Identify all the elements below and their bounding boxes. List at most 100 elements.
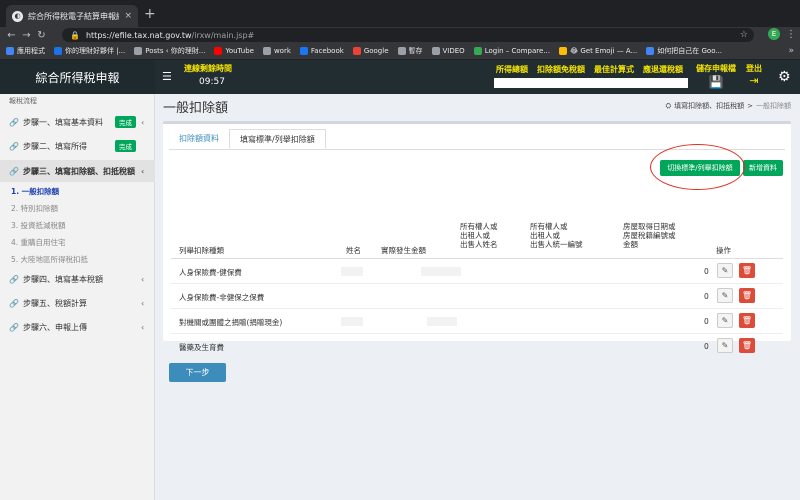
menu-toggle-icon[interactable]: ☰ <box>162 70 172 83</box>
bookmark-favicon-icon <box>558 47 567 55</box>
edit-icon[interactable]: ✎ <box>717 263 733 278</box>
app-brand[interactable]: 綜合所得稅申報 <box>0 60 155 94</box>
browser-menu-icon[interactable]: ⋮ <box>786 29 796 40</box>
breadcrumb: ⛭ 填寫扣除額、扣抵稅額 > 一般扣除額 <box>666 101 791 111</box>
browser-tab[interactable]: ◐ 綜合所得稅電子結算申報繳稅系 × <box>6 5 138 27</box>
save-file-label: 儲存申報檔 <box>696 64 736 73</box>
col-name: 姓名 <box>346 246 361 255</box>
bookmark-favicon-icon <box>431 47 440 55</box>
row-amount: 0 <box>704 292 709 301</box>
header-link-refund[interactable]: 應退還稅額 <box>643 64 683 75</box>
bookmark-item[interactable]: YouTube <box>214 47 254 55</box>
chevron-left-icon: ‹ <box>141 166 145 176</box>
forward-icon[interactable]: → <box>19 30 34 41</box>
row-amount: 0 <box>704 342 709 351</box>
sidebar-step-4[interactable]: 🔗 步驟四、填寫基本稅額 ‹ <box>0 268 155 290</box>
new-tab-button[interactable]: + <box>144 7 156 21</box>
bookmark-item[interactable]: 如何把自己在 Goo... <box>646 46 722 56</box>
trash-icon[interactable]: 🗑 <box>739 263 755 278</box>
address-toolbar: ← → ↻ 🔒 https://efile.tax.nat.gov.tw/irx… <box>0 27 800 43</box>
browser-tab-strip: ◐ 綜合所得稅電子結算申報繳稅系 × + <box>0 0 800 27</box>
bookmark-favicon-icon <box>299 47 308 55</box>
substep-special-deduction[interactable]: 2. 特別扣除額 <box>11 203 58 214</box>
url-text: https://efile.tax.nat.gov.tw/irxw/main.j… <box>85 30 255 40</box>
logout-button[interactable]: 登出 ⇥ <box>746 63 762 87</box>
tab-close-icon[interactable]: × <box>124 11 132 21</box>
header-link-total-income[interactable]: 所得總額 <box>496 64 528 75</box>
col-owner-name: 所有權人或 出租人或 出售人姓名 <box>460 222 498 249</box>
main-content: 一般扣除額 ⛭ 填寫扣除額、扣抵稅額 > 一般扣除額 扣除額資料 填寫標準/列舉… <box>155 94 800 500</box>
trash-icon[interactable]: 🗑 <box>739 313 755 328</box>
row-type: 醫藥及生育費 <box>179 343 224 352</box>
col-house-info: 房屋取得日期或 房屋稅籍編號或 金額 <box>623 222 676 249</box>
bookmark-item[interactable]: VIDEO <box>431 47 465 55</box>
bookmarks-overflow-icon[interactable]: » <box>788 46 794 56</box>
table-row: 對機關或團體之捐贈(捐贈現金) 0 ✎ 🗑 <box>171 309 783 334</box>
bookmark-item[interactable]: work <box>262 47 291 55</box>
bookmark-favicon-icon <box>397 47 406 55</box>
reload-icon[interactable]: ↻ <box>34 30 49 41</box>
bookmark-item[interactable]: 😂 Get Emoji — A... <box>558 47 637 55</box>
back-icon[interactable]: ← <box>4 30 19 41</box>
bookmark-favicon-icon <box>473 47 482 55</box>
next-step-button[interactable]: 下一步 <box>169 363 226 382</box>
col-actions: 操作 <box>716 246 731 255</box>
session-timer-label: 連線剩餘時間 <box>184 64 232 73</box>
substep-general-deduction[interactable]: 1. 一般扣除額 <box>11 186 59 197</box>
substep-home-repurchase[interactable]: 4. 重購自用住宅 <box>11 237 66 248</box>
link-icon: 🔗 <box>9 141 19 151</box>
page-title: 一般扣除額 <box>163 101 229 116</box>
logout-icon: ⇥ <box>749 74 759 87</box>
tab-standard-itemized[interactable]: 填寫標準/列舉扣除額 <box>229 129 326 149</box>
bookmark-item[interactable]: Login – Compare... <box>473 47 550 55</box>
link-icon: 🔗 <box>9 117 19 127</box>
bookmark-item[interactable]: 應用程式 <box>6 46 45 56</box>
table-row: 醫藥及生育費 0 ✎ 🗑 <box>171 334 783 359</box>
bookmarks-bar: 應用程式 你的理財好夥伴 |... Posts ‹ 你的理財... YouTube wo… <box>0 43 800 60</box>
col-owner-id: 所有權人或 出租人或 出售人統一編號 <box>530 222 583 249</box>
edit-icon[interactable]: ✎ <box>717 338 733 353</box>
substep-mainland-credit[interactable]: 5. 大陸地區所得稅扣抵 <box>11 254 88 265</box>
name-cell <box>341 317 363 326</box>
amount-cell <box>421 267 461 276</box>
status-badge: 完成 <box>115 116 136 128</box>
bookmark-favicon-icon <box>352 47 361 55</box>
chevron-left-icon: ‹ <box>141 274 145 284</box>
row-type: 對機關或團體之捐贈(捐贈現金) <box>179 318 283 327</box>
substep-investment-credit[interactable]: 3. 投資抵減稅額 <box>11 220 66 231</box>
edit-icon[interactable]: ✎ <box>717 313 733 328</box>
row-amount: 0 <box>704 317 709 326</box>
tab-title: 綜合所得稅電子結算申報繳稅系 <box>28 11 119 21</box>
trash-icon[interactable]: 🗑 <box>739 338 755 353</box>
status-badge: 完成 <box>115 140 136 152</box>
bookmark-item[interactable]: Facebook <box>299 47 344 55</box>
header-link-deductions[interactable]: 扣除額免稅額 <box>537 64 585 75</box>
url-bar[interactable]: 🔒 https://efile.tax.nat.gov.tw/irxw/main… <box>62 28 754 42</box>
header-link-best-formula[interactable]: 最佳計算式 <box>594 64 634 75</box>
sidebar-step-3[interactable]: 🔗 步驟三、填寫扣除額、扣抵稅額 ‹ <box>0 160 155 182</box>
bookmark-favicon-icon <box>214 47 223 55</box>
bookmark-item[interactable]: Posts ‹ 你的理財... <box>134 46 205 56</box>
table-row: 人身保險費-健保費 0 ✎ 🗑 <box>171 259 783 284</box>
breadcrumb-home[interactable]: 填寫扣除額、扣抵稅額 <box>674 101 744 111</box>
bookmark-item[interactable]: 你的理財好夥伴 |... <box>54 46 125 56</box>
bookmark-favicon-icon <box>646 47 655 55</box>
floppy-disk-icon: 💾 <box>708 75 724 89</box>
sidebar-step-5[interactable]: 🔗 步驟五、稅額計算 ‹ <box>0 292 155 314</box>
header-values-bar <box>494 78 688 88</box>
gear-icon[interactable]: ⚙ <box>778 69 791 85</box>
sidebar-step-6[interactable]: 🔗 步驟六、申報上傳 ‹ <box>0 316 155 338</box>
trash-icon[interactable]: 🗑 <box>739 288 755 303</box>
sidebar-step-2[interactable]: 🔗 步驟二、填寫所得 完成 <box>0 135 155 157</box>
profile-avatar[interactable]: E <box>768 28 780 40</box>
bookmark-star-icon[interactable]: ☆ <box>740 30 748 40</box>
sidebar-step-1[interactable]: 🔗 步驟一、填寫基本資料 完成 ‹ <box>0 111 155 133</box>
edit-icon[interactable]: ✎ <box>717 288 733 303</box>
bookmark-item[interactable]: Google <box>352 47 389 55</box>
save-file-button[interactable]: 儲存申報檔 💾 <box>696 63 736 89</box>
bookmark-item[interactable]: 暫存 <box>397 46 423 56</box>
col-actual-amount: 實際發生金額 <box>381 246 426 255</box>
add-record-button[interactable]: 新增資料 <box>743 160 783 176</box>
name-cell <box>341 267 363 276</box>
tab-deduction-data[interactable]: 扣除額資料 <box>169 129 229 149</box>
